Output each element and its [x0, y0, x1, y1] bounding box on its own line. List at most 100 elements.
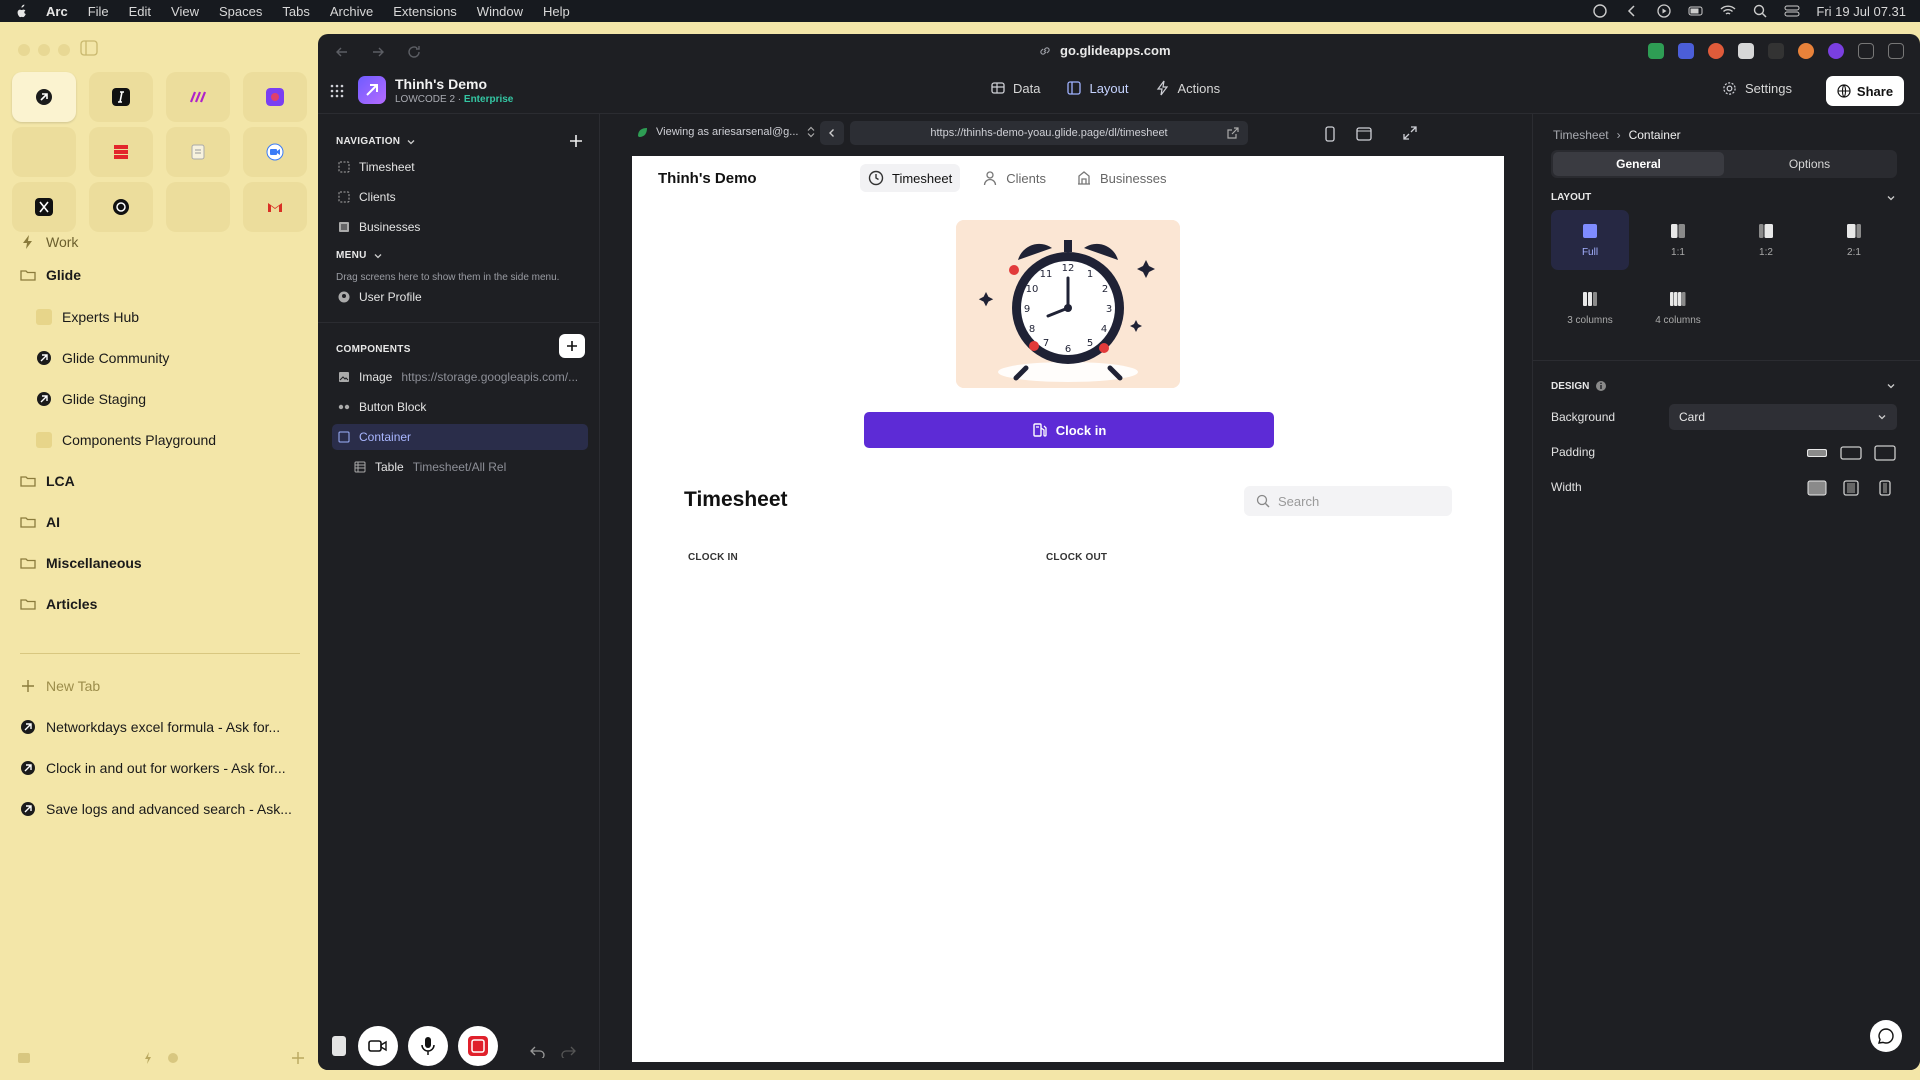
navigation-header[interactable]: NAVIGATION: [336, 136, 416, 147]
apps-grid-icon[interactable]: [330, 84, 344, 98]
nav-item-clients[interactable]: Clients: [332, 184, 588, 210]
camera-button[interactable]: [358, 1026, 398, 1066]
phone-icon[interactable]: [330, 1035, 348, 1057]
pinned-tab-doc[interactable]: [166, 127, 230, 177]
forward-arrow-icon[interactable]: [370, 44, 386, 60]
mobile-device-icon[interactable]: [1322, 126, 1338, 142]
timesheet-search[interactable]: Search: [1244, 486, 1452, 516]
folder-lca[interactable]: LCA: [20, 473, 75, 489]
redo-icon[interactable]: [560, 1044, 576, 1058]
extension-menu-icon[interactable]: [1858, 43, 1874, 59]
preview-url[interactable]: https://thinhs-demo-yoau.glide.page/dl/t…: [850, 121, 1248, 145]
reload-icon[interactable]: [406, 44, 422, 60]
pinned-tab-italic[interactable]: [89, 72, 153, 122]
tab-data[interactable]: Data: [990, 80, 1040, 96]
menu-header[interactable]: MENU: [336, 250, 383, 261]
pinned-tab-empty-1[interactable]: [12, 127, 76, 177]
tab-glide-community[interactable]: Glide Community: [36, 350, 169, 366]
zoom-window-button[interactable]: [58, 44, 70, 56]
plus-icon[interactable]: [290, 1050, 306, 1066]
play-icon[interactable]: [1656, 4, 1672, 18]
tab-layout[interactable]: Layout: [1066, 80, 1129, 96]
layout-option-4-columns[interactable]: 4 columns: [1639, 278, 1717, 338]
layout-option-1-1[interactable]: 1:1: [1639, 210, 1717, 270]
pinned-tab-app[interactable]: [243, 72, 307, 122]
wifi-icon[interactable]: [1720, 4, 1736, 18]
apple-icon[interactable]: [14, 4, 28, 18]
library-icon[interactable]: [16, 1050, 32, 1066]
tab-components-playground[interactable]: Components Playground: [36, 432, 216, 448]
pinned-tab-glide[interactable]: [12, 72, 76, 122]
menu-extensions[interactable]: Extensions: [393, 4, 457, 19]
menu-edit[interactable]: Edit: [129, 4, 151, 19]
component-button-block[interactable]: Button Block: [332, 394, 588, 420]
padding-large-icon[interactable]: [1874, 445, 1896, 461]
undo-icon[interactable]: [530, 1044, 546, 1058]
folder-miscellaneous[interactable]: Miscellaneous: [20, 555, 142, 571]
tab-options[interactable]: Options: [1724, 152, 1895, 176]
extension-check-icon[interactable]: [1738, 43, 1754, 59]
column-clock-in[interactable]: CLOCK IN: [688, 552, 738, 563]
app-title[interactable]: Thinh's Demo: [395, 76, 487, 92]
minimize-window-button[interactable]: [38, 44, 50, 56]
background-select[interactable]: Card: [1669, 404, 1897, 430]
width-full-icon[interactable]: [1806, 480, 1828, 496]
component-image[interactable]: Image https://storage.googleapis.com/...: [332, 364, 588, 390]
address-bar[interactable]: go.glideapps.com: [1038, 43, 1171, 58]
menu-window[interactable]: Window: [477, 4, 523, 19]
breadcrumb-timesheet[interactable]: Timesheet: [1553, 128, 1609, 142]
tab-glide-staging[interactable]: Glide Staging: [36, 391, 146, 407]
layout-section-header[interactable]: LAYOUT: [1551, 192, 1897, 203]
add-screen-icon[interactable]: [567, 132, 585, 150]
component-container[interactable]: Container: [332, 424, 588, 450]
microphone-button[interactable]: [408, 1026, 448, 1066]
nav-item-timesheet[interactable]: Timesheet: [332, 154, 588, 180]
pinned-tab-x[interactable]: [12, 182, 76, 232]
menu-item-user-profile[interactable]: User Profile: [332, 284, 588, 310]
back-arrow-icon[interactable]: [334, 44, 350, 60]
tab-general[interactable]: General: [1553, 152, 1724, 176]
extension-orange-icon[interactable]: [1798, 43, 1814, 59]
extension-ring-icon[interactable]: [1828, 43, 1844, 59]
status-app-icon[interactable]: [1592, 4, 1608, 18]
pinned-tab-chatgpt[interactable]: [89, 182, 153, 232]
tab-actions[interactable]: Actions: [1155, 80, 1220, 96]
layout-option-full[interactable]: Full: [1551, 210, 1629, 270]
info-icon[interactable]: [1595, 380, 1607, 392]
extension-green-icon[interactable]: [1648, 43, 1664, 59]
space-work[interactable]: Work: [20, 234, 78, 250]
preview-tab-timesheet[interactable]: Timesheet: [860, 164, 961, 192]
preview-tab-businesses[interactable]: Businesses: [1068, 164, 1174, 192]
pinned-tab-zoom[interactable]: [243, 127, 307, 177]
split-view-icon[interactable]: [1888, 43, 1904, 59]
space-switcher-icon[interactable]: [141, 1050, 181, 1066]
folder-ai[interactable]: AI: [20, 514, 60, 530]
extension-a-icon[interactable]: [1768, 43, 1784, 59]
layout-option-1-2[interactable]: 1:2: [1727, 210, 1805, 270]
preview-tab-clients[interactable]: Clients: [974, 164, 1054, 192]
pinned-tab-empty-2[interactable]: [166, 182, 230, 232]
sidebar-toggle-icon[interactable]: [80, 40, 98, 56]
search-icon[interactable]: [1752, 4, 1768, 18]
viewing-as-selector[interactable]: Viewing as ariesarsenal@g...: [636, 126, 816, 138]
chat-support-button[interactable]: [1870, 1020, 1902, 1052]
layout-option-3-columns[interactable]: 3 columns: [1551, 278, 1629, 338]
component-table[interactable]: Table Timesheet/All Rel: [348, 454, 588, 480]
extension-blue-icon[interactable]: [1678, 43, 1694, 59]
width-medium-icon[interactable]: [1840, 480, 1862, 496]
clock-in-button[interactable]: Clock in: [864, 412, 1274, 448]
padding-small-icon[interactable]: [1806, 445, 1828, 461]
column-clock-out[interactable]: CLOCK OUT: [1046, 552, 1107, 563]
nav-item-businesses[interactable]: Businesses: [332, 214, 588, 240]
tab-networkdays[interactable]: Networkdays excel formula - Ask for...: [20, 719, 280, 735]
menubar-app-name[interactable]: Arc: [46, 4, 68, 19]
design-section-header[interactable]: DESIGN: [1551, 380, 1897, 392]
menubar-datetime[interactable]: Fri 19 Jul 07.31: [1816, 4, 1906, 19]
folder-glide[interactable]: Glide: [20, 267, 81, 283]
battery-icon[interactable]: [1688, 4, 1704, 18]
menu-file[interactable]: File: [88, 4, 109, 19]
width-narrow-icon[interactable]: [1874, 480, 1896, 496]
menu-archive[interactable]: Archive: [330, 4, 373, 19]
share-button[interactable]: Share: [1826, 76, 1904, 106]
padding-medium-icon[interactable]: [1840, 445, 1862, 461]
